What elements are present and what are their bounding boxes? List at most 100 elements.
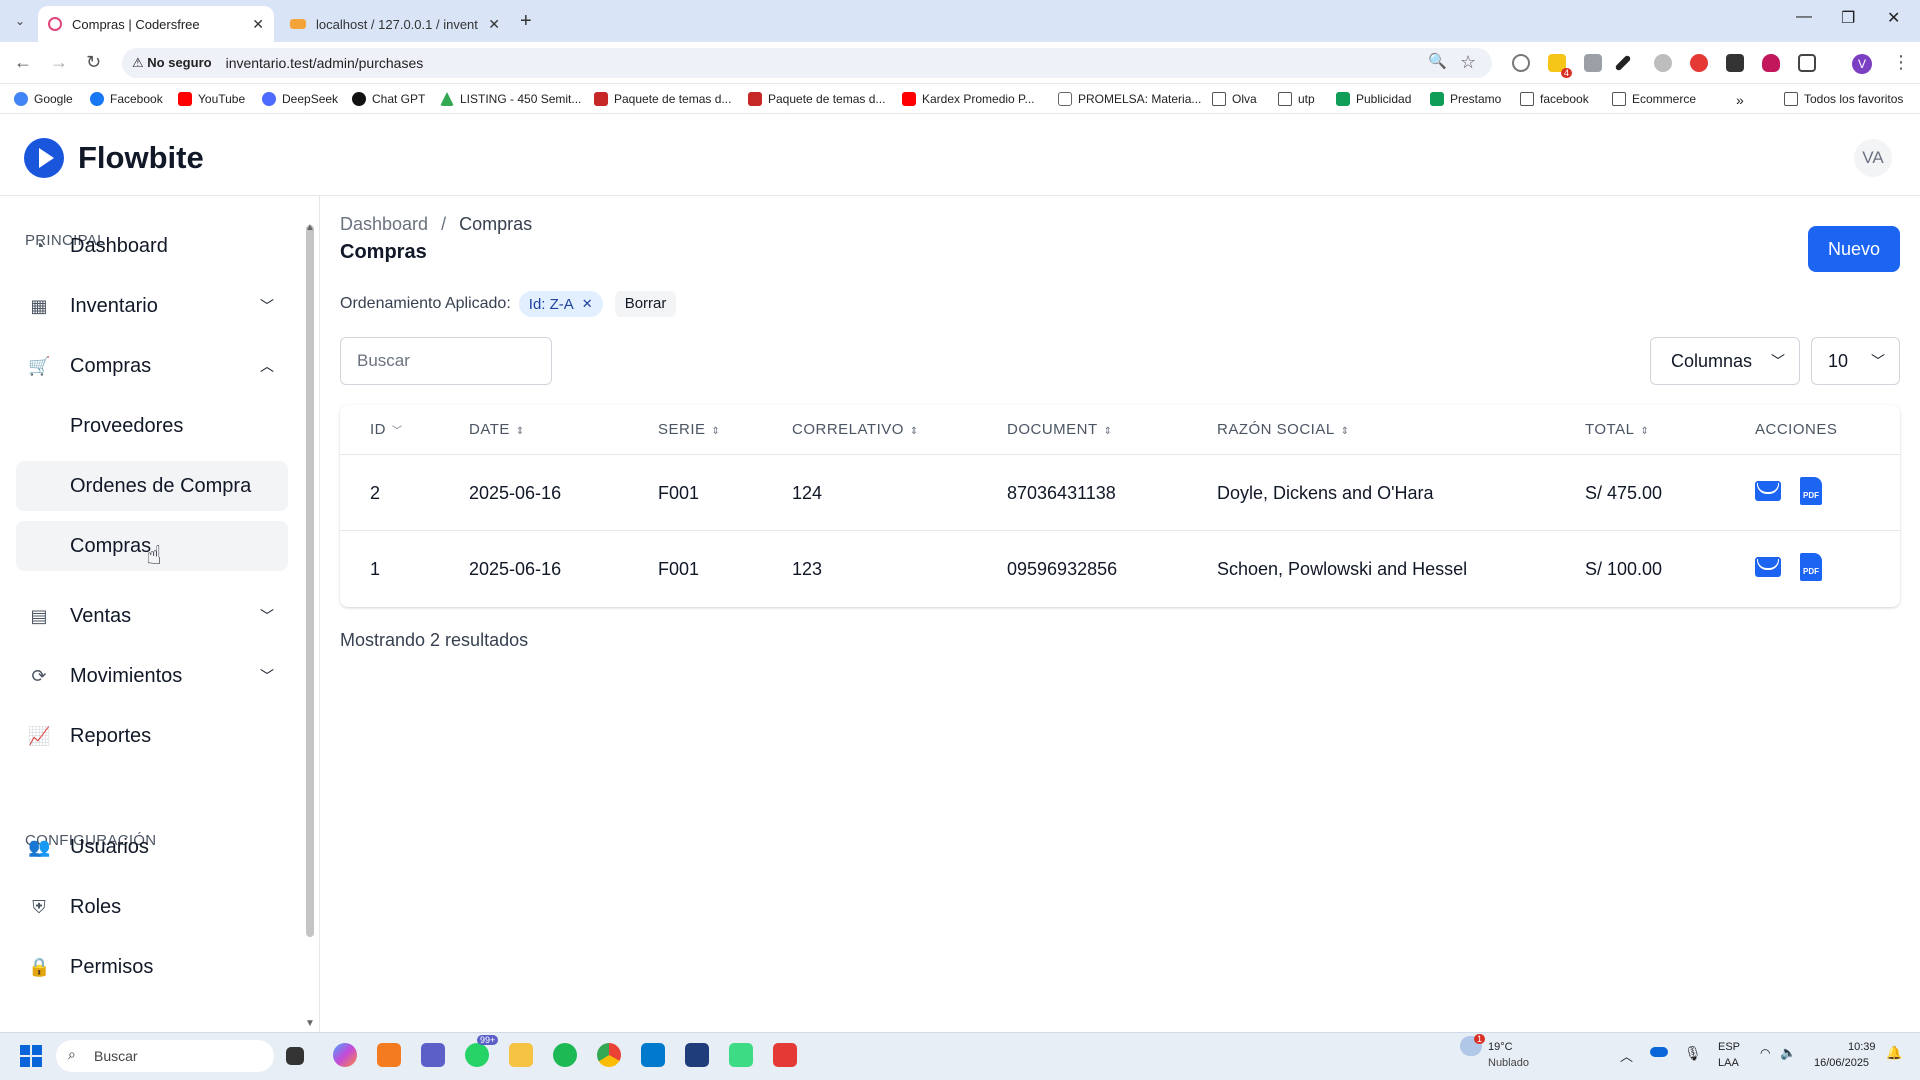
qr-code-icon[interactable] xyxy=(1726,54,1744,72)
columns-dropdown[interactable]: Columnas ﹀ xyxy=(1650,337,1800,385)
sidebar-item-permisos[interactable]: 🔒 Permisos xyxy=(16,942,288,992)
volume-icon[interactable]: 🔈 xyxy=(1780,1045,1796,1061)
bookmark-kardex[interactable]: Kardex Promedio P... xyxy=(902,92,1035,106)
sidebar-scrollbar[interactable] xyxy=(306,225,314,937)
task-view-icon[interactable] xyxy=(286,1047,304,1065)
sidebar-item-ventas[interactable]: ▤ Ventas ﹀ xyxy=(16,591,288,641)
clock-date[interactable]: 16/06/2025 xyxy=(1814,1057,1869,1069)
extension-icon[interactable] xyxy=(1512,54,1530,72)
user-avatar[interactable]: VA xyxy=(1854,139,1892,177)
breadcrumb-dashboard[interactable]: Dashboard xyxy=(340,214,428,234)
bookmark-paquete-2[interactable]: Paquete de temas d... xyxy=(748,92,885,106)
camtasia-green-icon[interactable] xyxy=(729,1043,753,1067)
scroll-up-icon[interactable]: ▲ xyxy=(305,222,315,233)
scroll-down-icon[interactable]: ▼ xyxy=(305,1018,315,1029)
extensions-puzzle-icon[interactable] xyxy=(1798,54,1816,72)
bookmark-utp[interactable]: utp xyxy=(1278,92,1315,106)
browser-tab-localhost[interactable]: localhost / 127.0.0.1 / inventari ✕ xyxy=(280,6,510,42)
weather-temp[interactable]: 19°C xyxy=(1488,1041,1513,1053)
extension-badge-icon[interactable]: 4 xyxy=(1548,54,1572,78)
file-explorer-icon[interactable] xyxy=(509,1043,533,1067)
close-tab-icon[interactable]: ✕ xyxy=(488,16,500,33)
email-icon[interactable] xyxy=(1755,481,1781,501)
chevron-up-icon[interactable]: ︿ xyxy=(1620,1046,1633,1065)
bookmark-publicidad[interactable]: Publicidad xyxy=(1336,92,1411,106)
zoom-icon[interactable]: 🔍 xyxy=(1428,52,1447,70)
sidebar-item-roles[interactable]: ⛨ Roles xyxy=(16,882,288,932)
bookmark-google[interactable]: Google xyxy=(14,92,73,106)
bookmark-paquete-1[interactable]: Paquete de temas d... xyxy=(594,92,731,106)
whatsapp-icon[interactable]: 99+ xyxy=(465,1035,499,1067)
address-bar[interactable]: ⚠ No seguro inventario.test/admin/purcha… xyxy=(122,48,1492,78)
wifi-icon[interactable]: ◠ xyxy=(1760,1046,1770,1060)
sidebar-item-compras[interactable]: 🛒 Compras ︿ xyxy=(16,341,288,391)
remove-sort-icon[interactable]: ✕ xyxy=(582,296,593,312)
bookmark-star-icon[interactable]: ☆ xyxy=(1460,52,1476,73)
taskbar-search-input[interactable]: Buscar xyxy=(56,1040,274,1072)
microphone-icon[interactable]: 🎙 xyxy=(1684,1045,1702,1062)
bookmark-promelsa[interactable]: PROMELSA: Materia... xyxy=(1058,92,1201,106)
bookmark-deepseek[interactable]: DeepSeek xyxy=(262,92,338,106)
header-document[interactable]: DOCUMENT ⇕ xyxy=(1007,421,1113,438)
restore-icon[interactable]: ❐ xyxy=(1841,8,1855,28)
new-tab-icon[interactable]: + xyxy=(520,10,532,33)
extension-icon[interactable] xyxy=(1654,54,1672,72)
sidebar-item-usuarios[interactable]: 👥 Usuarios xyxy=(16,822,288,872)
forward-icon[interactable]: → xyxy=(50,52,68,73)
camtasia-red-icon[interactable] xyxy=(773,1043,797,1067)
weather-desc[interactable]: Nublado xyxy=(1488,1057,1529,1069)
header-correlativo[interactable]: CORRELATIVO ⇕ xyxy=(792,421,919,438)
per-page-select[interactable]: 10 ﹀ xyxy=(1811,337,1900,385)
devtools-extension-icon[interactable] xyxy=(1584,54,1602,72)
weather-icon[interactable]: 1 xyxy=(1460,1034,1486,1056)
header-razon-social[interactable]: RAZÓN SOCIAL ⇕ xyxy=(1217,421,1350,438)
bookmark-facebook[interactable]: Facebook xyxy=(90,92,163,106)
flowbite-logo-icon[interactable] xyxy=(24,138,64,178)
bookmark-olva[interactable]: Olva xyxy=(1212,92,1257,106)
pdf-icon[interactable]: PDF xyxy=(1800,553,1822,581)
clear-sort-button[interactable]: Borrar xyxy=(614,291,677,317)
spotify-icon[interactable] xyxy=(553,1043,577,1067)
brand-name[interactable]: Flowbite xyxy=(78,140,204,176)
sidebar-item-movimientos[interactable]: ⟳ Movimientos ﹀ xyxy=(16,651,288,701)
tab-search-chevron-icon[interactable]: ⌄ xyxy=(8,10,32,32)
xampp-icon[interactable] xyxy=(377,1043,401,1067)
ublock-icon[interactable] xyxy=(1762,54,1780,72)
close-window-icon[interactable]: ✕ xyxy=(1887,8,1900,28)
bookmark-ecommerce[interactable]: Ecommerce xyxy=(1612,92,1696,106)
new-button[interactable]: Nuevo xyxy=(1808,226,1900,272)
pdf-icon[interactable]: PDF xyxy=(1800,477,1822,505)
vscode-icon[interactable] xyxy=(641,1043,665,1067)
close-tab-icon[interactable]: ✕ xyxy=(252,16,264,33)
sidebar-item-dashboard[interactable]: ◔ Dashboard xyxy=(16,221,288,271)
language-top[interactable]: ESP xyxy=(1718,1041,1740,1053)
sidebar-item-reportes[interactable]: 📈 Reportes xyxy=(16,711,288,761)
clock-time[interactable]: 10:39 xyxy=(1848,1041,1876,1053)
bookmark-chatgpt[interactable]: Chat GPT xyxy=(352,92,425,106)
windows-start-icon[interactable] xyxy=(20,1045,42,1067)
bookmark-prestamo[interactable]: Prestamo xyxy=(1430,92,1501,106)
teams-icon[interactable] xyxy=(421,1043,445,1067)
browser-tab-compras[interactable]: Compras | Codersfree ✕ xyxy=(38,6,274,42)
email-icon[interactable] xyxy=(1755,557,1781,577)
bookmark-facebook-folder[interactable]: facebook xyxy=(1520,92,1589,106)
back-icon[interactable]: ← xyxy=(14,52,32,73)
sidebar-item-inventario[interactable]: ▦ Inventario ﹀ xyxy=(16,281,288,331)
search-input[interactable]: Buscar xyxy=(340,337,552,385)
minimize-icon[interactable]: — xyxy=(1796,8,1812,26)
terminal-app-icon[interactable] xyxy=(685,1043,709,1067)
header-id[interactable]: ID ﹀ xyxy=(370,421,403,438)
bookmark-youtube[interactable]: YouTube xyxy=(178,92,245,106)
adblock-icon[interactable] xyxy=(1690,54,1708,72)
notifications-icon[interactable]: 🔔 xyxy=(1886,1045,1902,1061)
sidebar-subitem-ordenes[interactable]: Ordenes de Compra xyxy=(16,461,288,511)
language-bottom[interactable]: LAA xyxy=(1718,1057,1739,1069)
header-date[interactable]: DATE ⇕ xyxy=(469,421,525,438)
reload-icon[interactable]: ↻ xyxy=(86,52,101,73)
more-bookmarks-icon[interactable]: » xyxy=(1736,92,1744,108)
onedrive-icon[interactable] xyxy=(1650,1047,1668,1057)
not-secure-label[interactable]: ⚠ No seguro xyxy=(132,55,212,71)
header-total[interactable]: TOTAL ⇕ xyxy=(1585,421,1649,438)
copilot-icon[interactable] xyxy=(333,1043,357,1067)
profile-avatar-icon[interactable]: V xyxy=(1852,54,1872,74)
